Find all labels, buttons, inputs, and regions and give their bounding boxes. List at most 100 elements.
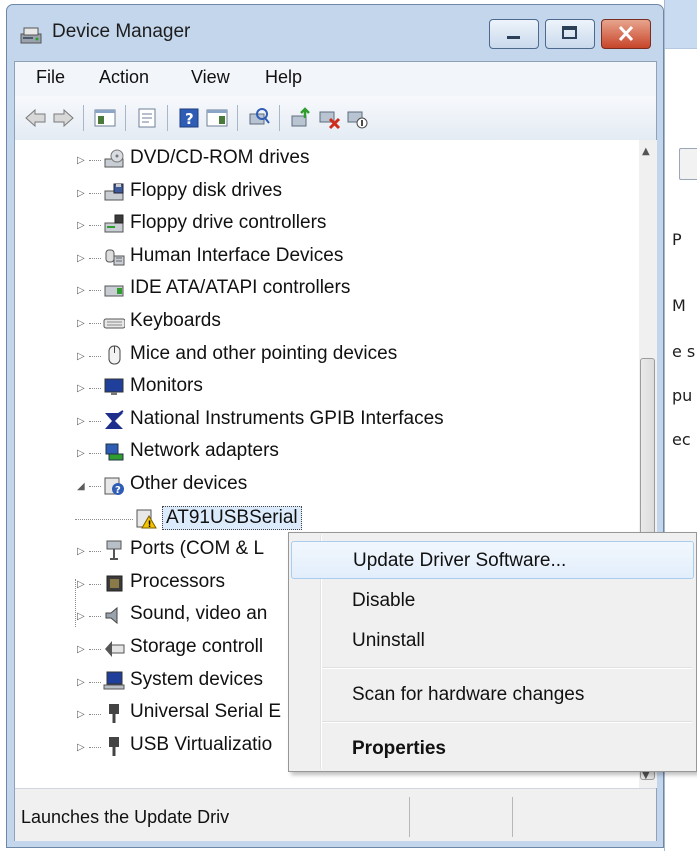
menu-help[interactable]: Help — [265, 67, 302, 88]
tree-category-item[interactable]: ▷ Mice and other pointing devices — [15, 340, 640, 372]
expand-arrow-icon[interactable]: ▷ — [77, 383, 87, 394]
tree-item-label: Ports (COM & L — [130, 538, 265, 560]
tree-item-label: Keyboards — [130, 310, 221, 331]
toolbar-separator — [167, 105, 168, 131]
expand-arrow-icon[interactable]: ▷ — [77, 677, 87, 688]
ni-gpib-icon — [105, 409, 124, 429]
svg-text:!: ! — [148, 520, 152, 529]
update-driver-icon[interactable] — [289, 106, 313, 130]
device-manager-icon — [20, 27, 42, 44]
expand-arrow-icon[interactable]: ▷ — [77, 285, 87, 296]
menu-action[interactable]: Action — [99, 67, 149, 88]
tree-category-item[interactable]: ▷ Human Interface Devices — [15, 242, 640, 274]
scan-hardware-icon[interactable] — [247, 106, 271, 130]
expand-arrow-icon[interactable]: ▷ — [77, 611, 87, 622]
context-menu-uninstall[interactable]: Uninstall — [291, 622, 694, 660]
context-menu-separator — [322, 721, 692, 723]
disable-device-icon[interactable] — [345, 106, 369, 130]
tree-category-item[interactable]: ▷ DVD/CD-ROM drives — [15, 144, 640, 176]
expand-arrow-icon[interactable]: ▷ — [77, 155, 87, 166]
context-menu-properties[interactable]: Properties — [291, 730, 694, 768]
tree-connector-line — [89, 714, 101, 716]
context-menu-update-driver[interactable]: Update Driver Software... — [291, 541, 694, 579]
background-window-button[interactable] — [679, 148, 697, 180]
tree-item-label: Monitors — [130, 375, 203, 397]
maximize-button[interactable] — [545, 19, 595, 49]
tree-item-label: System devices — [130, 668, 264, 690]
floppy-controller-icon — [104, 214, 124, 233]
help-icon[interactable]: ? — [177, 106, 201, 130]
context-menu-disable[interactable]: Disable — [291, 582, 694, 620]
tree-connector-line — [89, 192, 101, 195]
hid-icon — [105, 249, 125, 266]
tree-item-label: IDE ATA/ATAPI controllers — [130, 277, 351, 299]
expand-arrow-icon[interactable]: ▷ — [77, 579, 87, 590]
properties-icon[interactable] — [135, 106, 159, 130]
system-device-icon — [103, 671, 125, 690]
show-hide-console-tree-icon[interactable] — [93, 106, 117, 130]
mouse-icon — [108, 345, 121, 365]
tree-item-label: AT91USBSerial — [162, 505, 302, 530]
expand-arrow-icon[interactable]: ▷ — [77, 448, 87, 459]
menu-file[interactable]: File — [36, 67, 65, 88]
context-menu-scan-hardware[interactable]: Scan for hardware changes — [291, 676, 694, 714]
toolbar-separator — [125, 105, 126, 131]
expand-arrow-icon[interactable]: ▷ — [77, 188, 87, 199]
expand-arrow-icon[interactable]: ▷ — [77, 742, 87, 753]
scroll-up-arrow-icon[interactable]: ▲ — [642, 146, 650, 157]
toolbar-separator — [237, 105, 238, 131]
expand-arrow-icon[interactable]: ▷ — [77, 546, 87, 557]
tree-category-item[interactable]: ▷ IDE ATA/ATAPI controllers — [15, 274, 640, 306]
tree-item-label: USB Virtualizatio — [130, 733, 273, 755]
network-adapter-icon — [105, 443, 124, 461]
title-bar[interactable]: Device Manager — [7, 5, 663, 61]
storage-icon — [105, 641, 125, 657]
tree-category-item[interactable]: ◢? Other devices — [15, 470, 640, 502]
expand-arrow-icon[interactable]: ▷ — [77, 351, 87, 362]
maximize-icon — [562, 26, 577, 39]
ide-controller-icon — [104, 285, 124, 297]
expand-arrow-icon[interactable]: ▷ — [77, 318, 87, 329]
svg-text:?: ? — [185, 110, 194, 128]
unknown-device-icon: ? — [104, 477, 124, 496]
expand-arrow-icon[interactable]: ▷ — [77, 253, 87, 264]
toolbar-separator — [83, 105, 84, 131]
context-menu-label: Properties — [352, 738, 446, 759]
context-menu-separator — [322, 667, 692, 669]
tree-item-label: Sound, video an — [130, 603, 268, 625]
tree-category-item[interactable]: ▷ National Instruments GPIB Interfaces — [15, 405, 640, 437]
minimize-button[interactable] — [489, 19, 539, 49]
background-window-text: M — [672, 296, 686, 315]
toolbar-separator — [279, 105, 280, 131]
tree-child-item[interactable]: ! AT91USBSerial — [15, 503, 640, 535]
tree-item-label: Network adapters — [130, 440, 279, 462]
tree-category-item[interactable]: ▷ Monitors — [15, 372, 640, 404]
collapse-arrow-icon[interactable]: ◢ — [77, 481, 87, 492]
action-pane-icon[interactable] — [205, 106, 229, 130]
svg-text:?: ? — [115, 485, 121, 496]
tree-category-item[interactable]: ▷ Network adapters — [15, 437, 640, 469]
context-menu-label: Scan for hardware changes — [352, 684, 585, 705]
back-arrow-icon[interactable] — [24, 106, 48, 130]
forward-arrow-icon[interactable] — [51, 106, 75, 130]
tree-category-item[interactable]: ▷ Floppy drive controllers — [15, 209, 640, 241]
tree-item-label: Floppy drive controllers — [130, 212, 327, 234]
tree-category-item[interactable]: ▷ Keyboards — [15, 307, 640, 339]
dvd-drive-icon — [104, 149, 124, 168]
sound-icon — [105, 607, 118, 625]
expand-arrow-icon[interactable]: ▷ — [77, 644, 87, 655]
window-title: Device Manager — [52, 21, 191, 42]
tree-connector-line — [89, 355, 101, 358]
port-icon — [106, 540, 122, 561]
tree-connector-line — [89, 616, 101, 618]
uninstall-device-icon[interactable] — [317, 106, 341, 130]
expand-arrow-icon[interactable]: ▷ — [77, 416, 87, 427]
menu-view[interactable]: View — [191, 67, 230, 88]
expand-arrow-icon[interactable]: ▷ — [77, 220, 87, 231]
close-icon — [618, 25, 634, 42]
close-button[interactable] — [601, 19, 651, 49]
tree-connector-line — [89, 225, 101, 227]
tree-category-item[interactable]: ▷ Floppy disk drives — [15, 177, 640, 209]
tree-item-label: Mice and other pointing devices — [130, 342, 398, 364]
expand-arrow-icon[interactable]: ▷ — [77, 709, 87, 720]
